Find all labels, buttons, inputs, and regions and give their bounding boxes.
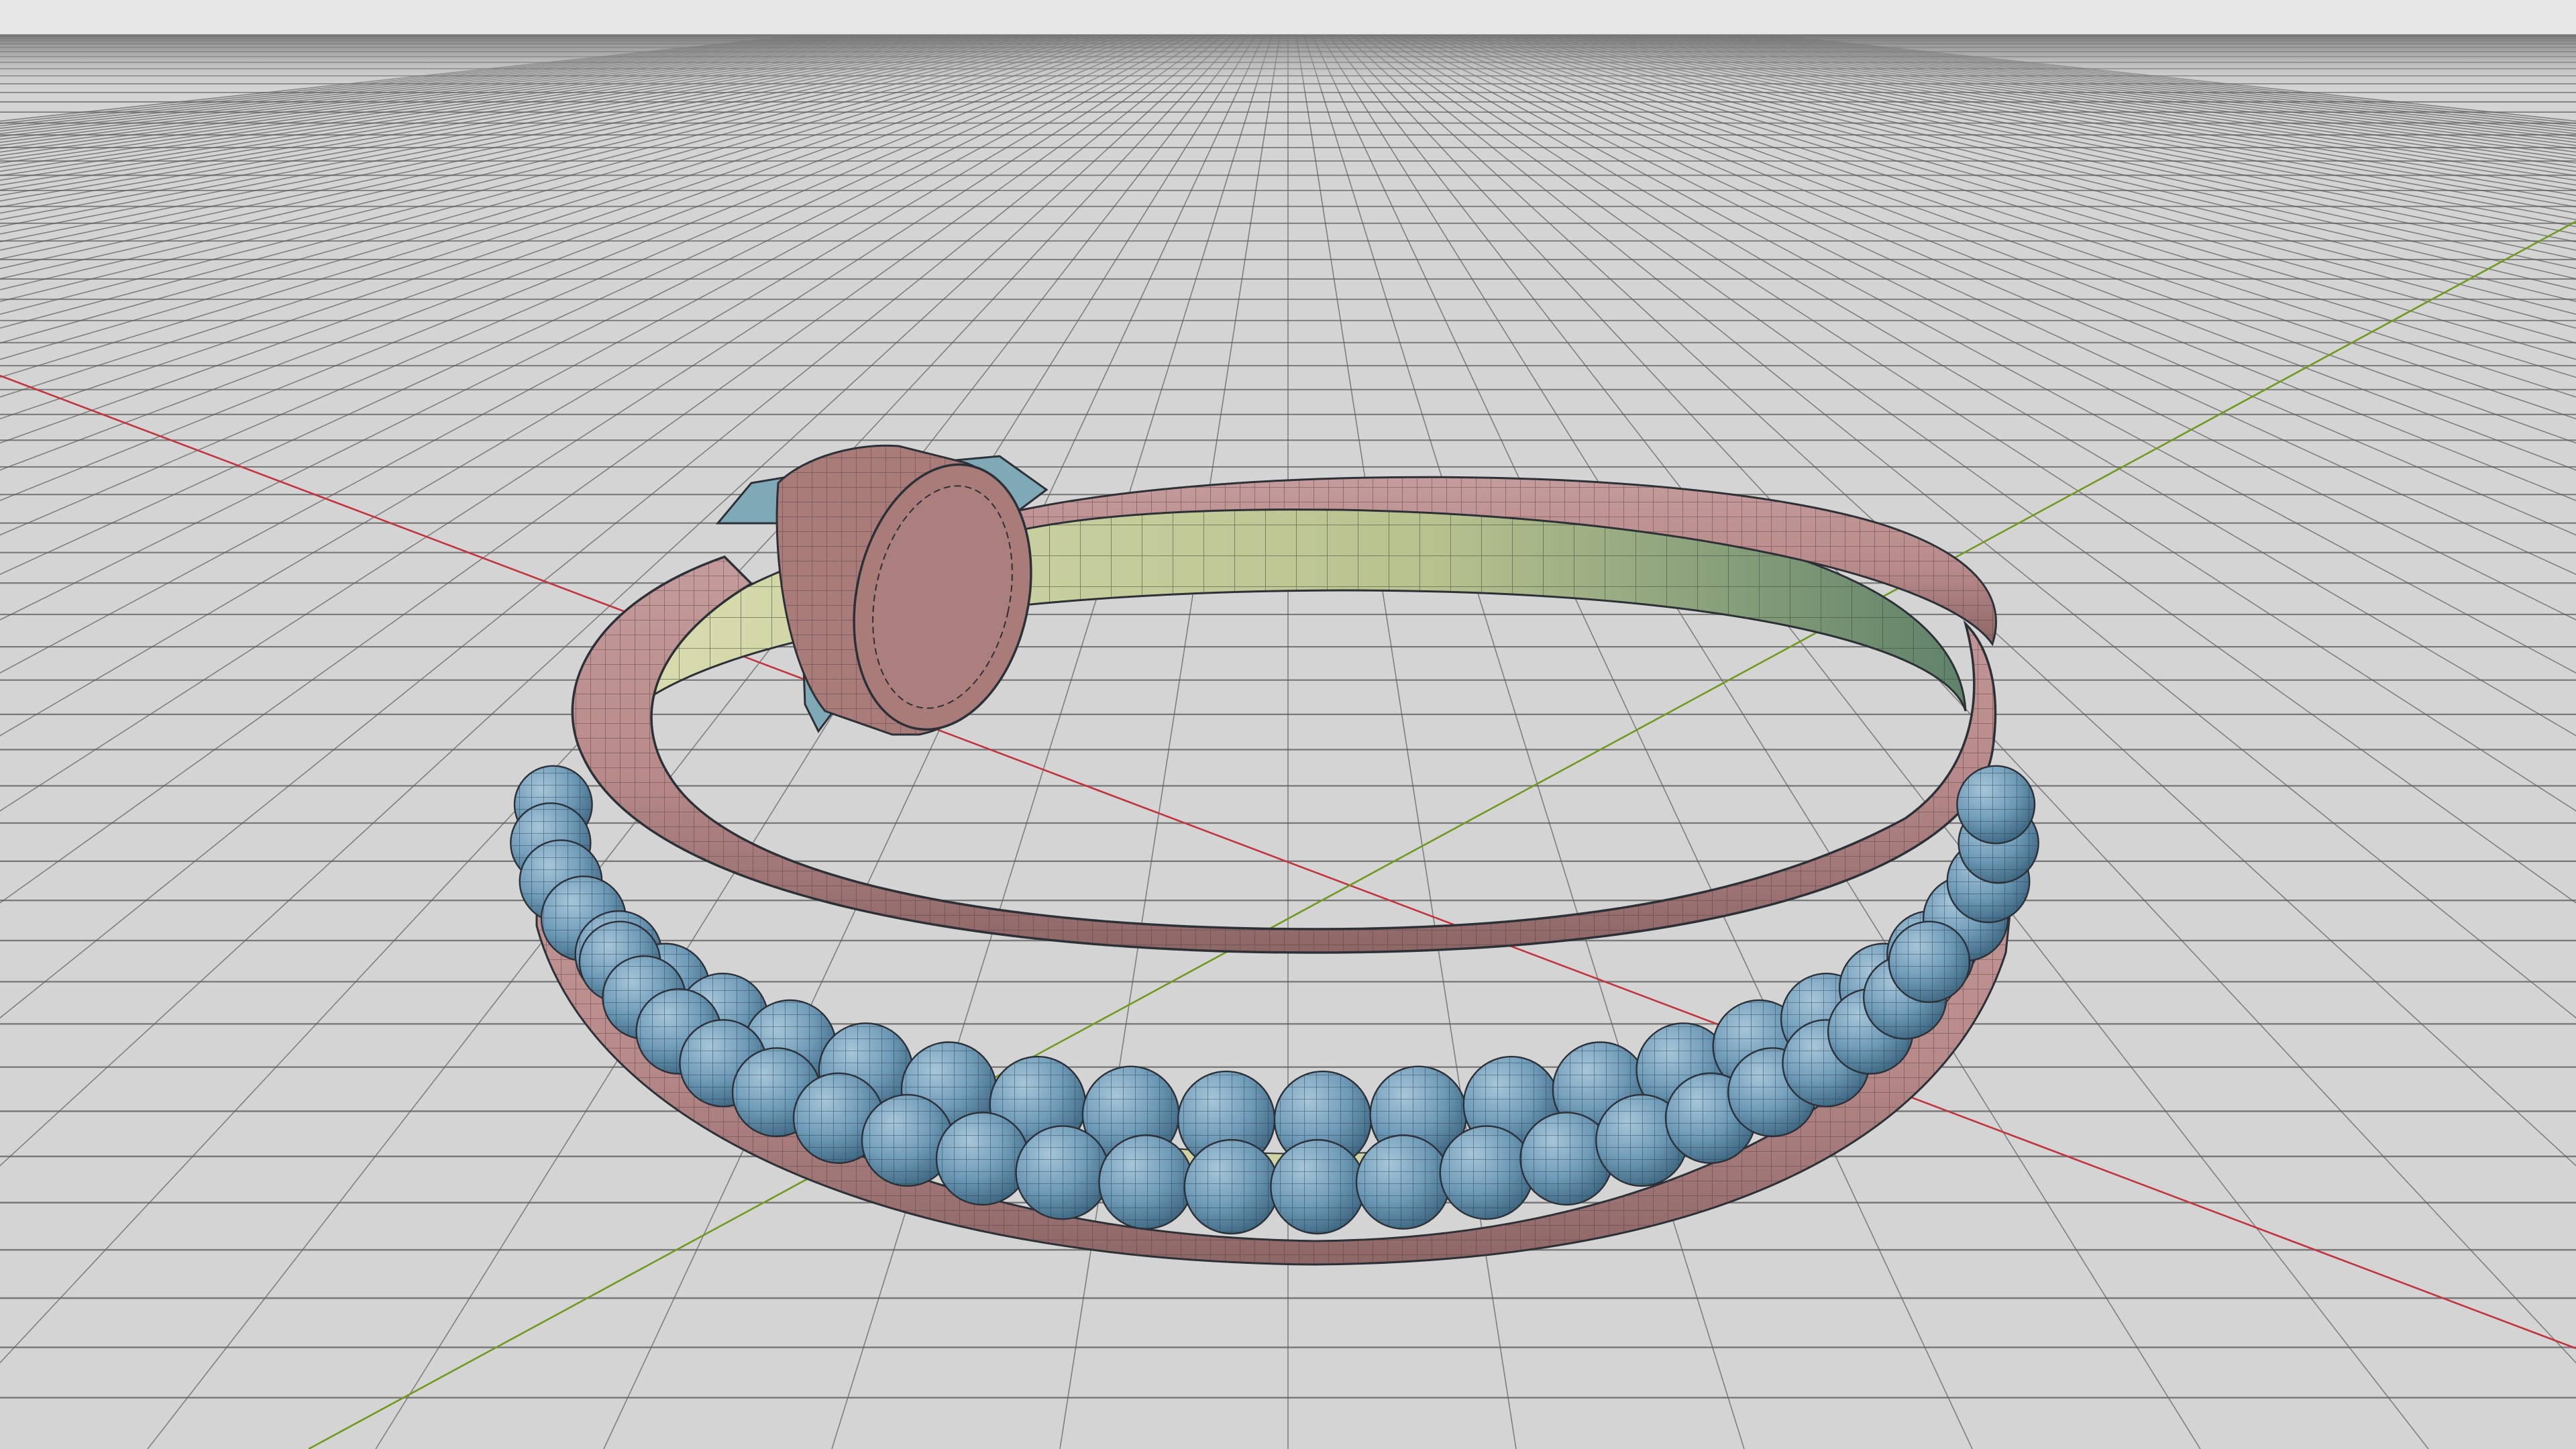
grid-line: [0, 34, 1112, 360]
grid-line: [1513, 34, 2576, 280]
grid-line: [1770, 34, 2576, 122]
grid-line: [0, 34, 870, 143]
grid-line: [1674, 34, 2576, 156]
grid-line: [0, 34, 951, 181]
grid-line: [0, 34, 1007, 221]
bead-icon: [1956, 765, 2036, 845]
bead-icon: [1355, 1134, 1451, 1230]
grid-line: [0, 34, 1136, 420]
bead-icon: [935, 1112, 1030, 1206]
bead-icon: [1015, 1125, 1110, 1220]
grid-line: [0, 34, 838, 132]
grid-line: [0, 34, 991, 208]
grid-line: [0, 34, 1047, 260]
grid-line: [0, 34, 814, 124]
grid-line: [0, 34, 1023, 235]
grid-line: [0, 34, 1039, 251]
grid-line: [1609, 34, 2576, 191]
grid-line: [1746, 34, 2576, 129]
grid-line: [0, 34, 1079, 303]
grid-line: [1497, 34, 2576, 303]
grid-line: [0, 34, 894, 153]
grid-line: [0, 34, 878, 146]
grid-line: [0, 34, 846, 135]
grid-line: [1456, 34, 2576, 378]
bead-icon: [1888, 920, 1971, 1004]
grid-line: [0, 34, 806, 122]
grid-line: [1569, 34, 2576, 221]
grid-line: [1489, 34, 2576, 315]
grid-line: [1625, 34, 2576, 181]
grid-line: [1464, 34, 2576, 360]
grid-line: [1633, 34, 2576, 176]
grid-line: [0, 34, 862, 140]
grid-line: [1481, 34, 2576, 329]
grid-line: [1472, 34, 2576, 344]
grid-line: [1440, 34, 2576, 420]
grid-line: [0, 34, 1055, 270]
grid-line: [1593, 34, 2576, 202]
grid-line: [1738, 34, 2576, 132]
grid-line: [1762, 34, 2576, 124]
grid-line: [1585, 34, 2576, 208]
ground-grid: [0, 34, 2576, 1449]
grid-line: [1553, 34, 2576, 235]
bead-icon: [1439, 1125, 1534, 1220]
top-band: [0, 0, 2576, 35]
grid-line: [1730, 34, 2576, 135]
grid-line: [0, 34, 1120, 378]
grid-line: [0, 34, 886, 150]
grid-line: [0, 34, 983, 202]
grid-line: [1505, 34, 2576, 290]
grid-line: [1545, 34, 2576, 243]
grid-line: [0, 34, 1104, 344]
grid-line: [0, 34, 1071, 290]
grid-line: [0, 34, 902, 156]
grid-line: [0, 34, 1063, 280]
grid-line: [1521, 34, 2576, 270]
grid-line: [1714, 34, 2576, 140]
y-axis-line: [308, 220, 2576, 1449]
grid-line: [1601, 34, 2576, 197]
grid-line: [1537, 34, 2576, 251]
grid-line: [0, 34, 999, 214]
grid-line: [1448, 34, 2576, 398]
grid-line: [0, 34, 1095, 329]
grid-line: [0, 34, 959, 186]
grid-line: [0, 34, 975, 197]
grid-line: [0, 34, 830, 129]
grid-line: [0, 34, 943, 176]
grid-line: [0, 34, 1031, 243]
bead-icon: [1270, 1138, 1366, 1235]
grid-line: [0, 34, 967, 191]
grid-line: [1690, 34, 2576, 150]
grid-line: [1577, 34, 2576, 214]
grid-line: [0, 34, 1152, 471]
grid-line: [0, 34, 1128, 398]
grid-line: [1529, 34, 2576, 260]
3d-viewport[interactable]: [0, 0, 2576, 1449]
bracelet-model: [510, 444, 2039, 1266]
grid-line: [1698, 34, 2576, 146]
grid-line: [0, 34, 1087, 315]
bead-icon: [1183, 1138, 1279, 1235]
grid-line: [1682, 34, 2576, 153]
grid-line: [1706, 34, 2576, 143]
viewport-scene: [0, 0, 2576, 1449]
horizon-haze: [0, 35, 2576, 95]
grid-line: [1617, 34, 2576, 186]
bead-icon: [1098, 1134, 1194, 1230]
